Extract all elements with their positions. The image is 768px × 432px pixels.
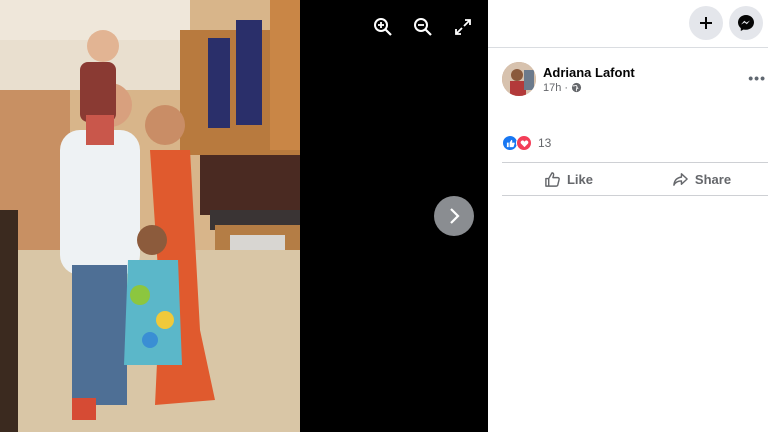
photo-viewer (0, 0, 488, 432)
love-reaction-icon (516, 135, 532, 151)
post-photo[interactable] (0, 0, 300, 432)
plus-icon (700, 17, 712, 29)
author-name[interactable]: Adriana Lafont (543, 65, 635, 80)
thumbs-up-icon (545, 171, 560, 187)
share-button[interactable]: Share (635, 163, 768, 195)
share-icon (673, 172, 688, 186)
like-label: Like (566, 171, 593, 187)
ellipsis-icon[interactable]: ••• (748, 70, 766, 86)
meta-separator: · (564, 81, 569, 94)
post-timestamp[interactable]: 17h (543, 82, 561, 94)
fullscreen-icon[interactable] (450, 14, 476, 40)
messenger-button[interactable] (729, 6, 763, 40)
post-actions: Like Share (502, 162, 768, 196)
post-author-block: Adriana Lafont 17h · (502, 62, 635, 96)
post-meta: 17h · (543, 82, 635, 94)
globe-icon (571, 82, 582, 93)
post-side-panel: Adriana Lafont 17h · ••• 13 Like Share (488, 0, 768, 432)
chevron-right-icon (450, 208, 460, 224)
reaction-count: 13 (538, 136, 552, 150)
avatar[interactable] (502, 62, 536, 96)
reactions-summary[interactable]: 13 (502, 135, 551, 151)
messenger-icon (738, 15, 754, 31)
top-bar (488, 0, 768, 48)
like-button[interactable]: Like (502, 163, 635, 195)
zoom-in-icon[interactable] (370, 14, 396, 40)
create-button[interactable] (689, 6, 723, 40)
next-photo-button[interactable] (434, 196, 474, 236)
zoom-out-icon[interactable] (410, 14, 436, 40)
share-label: Share (694, 171, 732, 187)
family-photo-illustration (0, 0, 300, 432)
